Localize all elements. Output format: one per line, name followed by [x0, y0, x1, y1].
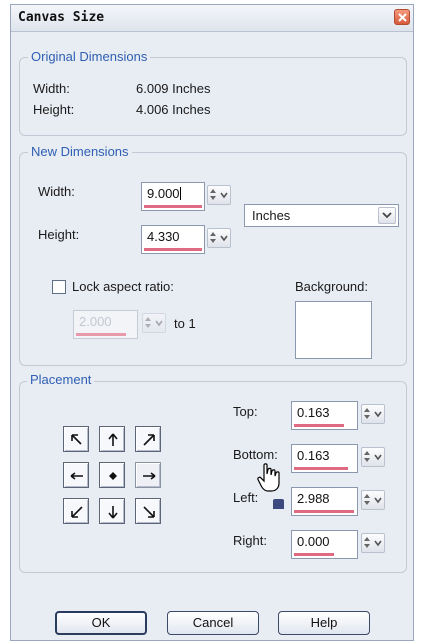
top-indicator-bar: [294, 424, 344, 427]
arrow-down-left-icon[interactable]: [63, 498, 89, 524]
arrow-up-left-icon[interactable]: [63, 426, 89, 452]
hand-pointer-icon: [257, 463, 280, 492]
close-button[interactable]: [394, 9, 410, 25]
dialog-title: Canvas Size: [18, 10, 105, 25]
arrow-up-right-icon[interactable]: [135, 426, 161, 452]
arrow-up-icon[interactable]: [99, 426, 125, 452]
right-input[interactable]: 0.000: [291, 530, 358, 559]
lock-aspect-ratio-label[interactable]: Lock aspect ratio:: [72, 279, 174, 294]
canvas-size-dialog: Canvas Size Original Dimensions Width: 6…: [10, 4, 414, 641]
background-label: Background:: [295, 279, 368, 294]
left-input[interactable]: 2.988: [291, 487, 358, 516]
original-dimensions-group: Original Dimensions Width: 6.009 Inches …: [19, 49, 407, 136]
chevron-down-icon: [382, 212, 392, 219]
aspect-ratio-value: 2.000: [79, 314, 112, 329]
original-height-value: 4.006 Inches: [136, 102, 211, 117]
spinner-arrows-icon: [364, 451, 382, 462]
top-label: Top:: [233, 404, 258, 419]
new-width-value: 9.000: [147, 186, 180, 201]
text-caret: [179, 187, 181, 200]
original-height-label: Height:: [33, 102, 75, 117]
left-label: Left:: [233, 490, 259, 505]
bottom-indicator-bar: [294, 467, 348, 470]
original-width-value: 6.009 Inches: [136, 81, 211, 96]
aspect-ratio-suffix: to 1: [174, 316, 196, 331]
new-width-input[interactable]: 9.000: [141, 182, 205, 211]
spinner-arrows-icon: [364, 537, 382, 548]
arrow-right-icon[interactable]: [135, 462, 161, 488]
arrow-down-right-icon[interactable]: [135, 498, 161, 524]
units-dropdown-arrow[interactable]: [378, 207, 396, 224]
cancel-button[interactable]: Cancel: [167, 611, 259, 635]
placement-label: Placement: [27, 372, 95, 387]
new-dimensions-label: New Dimensions: [28, 144, 132, 159]
spinner-arrows-icon: [145, 317, 163, 328]
aspect-ratio-spinner: [142, 313, 166, 333]
arrow-down-icon[interactable]: [99, 498, 125, 524]
help-button[interactable]: Help: [278, 611, 370, 635]
spinner-arrows-icon: [210, 189, 228, 200]
top-value: 0.163: [297, 405, 330, 420]
right-spinner[interactable]: [361, 533, 385, 553]
background-color-swatch[interactable]: [295, 301, 372, 359]
ratio-indicator-bar: [76, 333, 126, 336]
spinner-arrows-icon: [210, 232, 228, 243]
new-width-spinner[interactable]: [207, 185, 231, 205]
close-icon: [398, 13, 407, 22]
bottom-spinner[interactable]: [361, 447, 385, 467]
top-input[interactable]: 0.163: [291, 401, 358, 430]
placement-grid: [63, 426, 173, 530]
left-indicator-bar: [294, 510, 354, 513]
top-spinner[interactable]: [361, 404, 385, 424]
units-value: Inches: [252, 208, 291, 223]
arrow-left-icon[interactable]: [63, 462, 89, 488]
new-height-value: 4.330: [147, 229, 180, 244]
left-spinner[interactable]: [361, 490, 385, 510]
spinner-arrows-icon: [364, 494, 382, 505]
right-value: 0.000: [297, 534, 330, 549]
original-dimensions-label: Original Dimensions: [28, 49, 151, 64]
original-width-label: Width:: [33, 81, 70, 96]
new-height-spinner[interactable]: [207, 228, 231, 248]
bottom-input[interactable]: 0.163: [291, 444, 358, 473]
width-indicator-bar: [144, 205, 202, 208]
bottom-value: 0.163: [297, 448, 330, 463]
lock-aspect-ratio-checkbox[interactable]: [52, 280, 66, 294]
ok-button[interactable]: OK: [55, 611, 147, 635]
new-height-input[interactable]: 4.330: [141, 225, 205, 254]
right-label: Right:: [233, 533, 267, 548]
units-select[interactable]: Inches: [244, 204, 399, 227]
bottom-label: Bottom:: [233, 447, 278, 462]
new-height-label: Height:: [38, 227, 80, 242]
new-dimensions-group: New Dimensions Width: 9.000 Inches Heigh…: [19, 144, 407, 366]
aspect-ratio-input: 2.000: [73, 310, 138, 339]
height-indicator-bar: [144, 248, 202, 251]
title-bar[interactable]: Canvas Size: [11, 5, 413, 32]
spinner-arrows-icon: [364, 408, 382, 419]
right-indicator-bar: [294, 553, 334, 556]
new-width-label: Width:: [38, 184, 75, 199]
left-value: 2.988: [297, 491, 330, 506]
color-marker: [273, 499, 284, 509]
center-dot-icon[interactable]: [99, 462, 125, 488]
